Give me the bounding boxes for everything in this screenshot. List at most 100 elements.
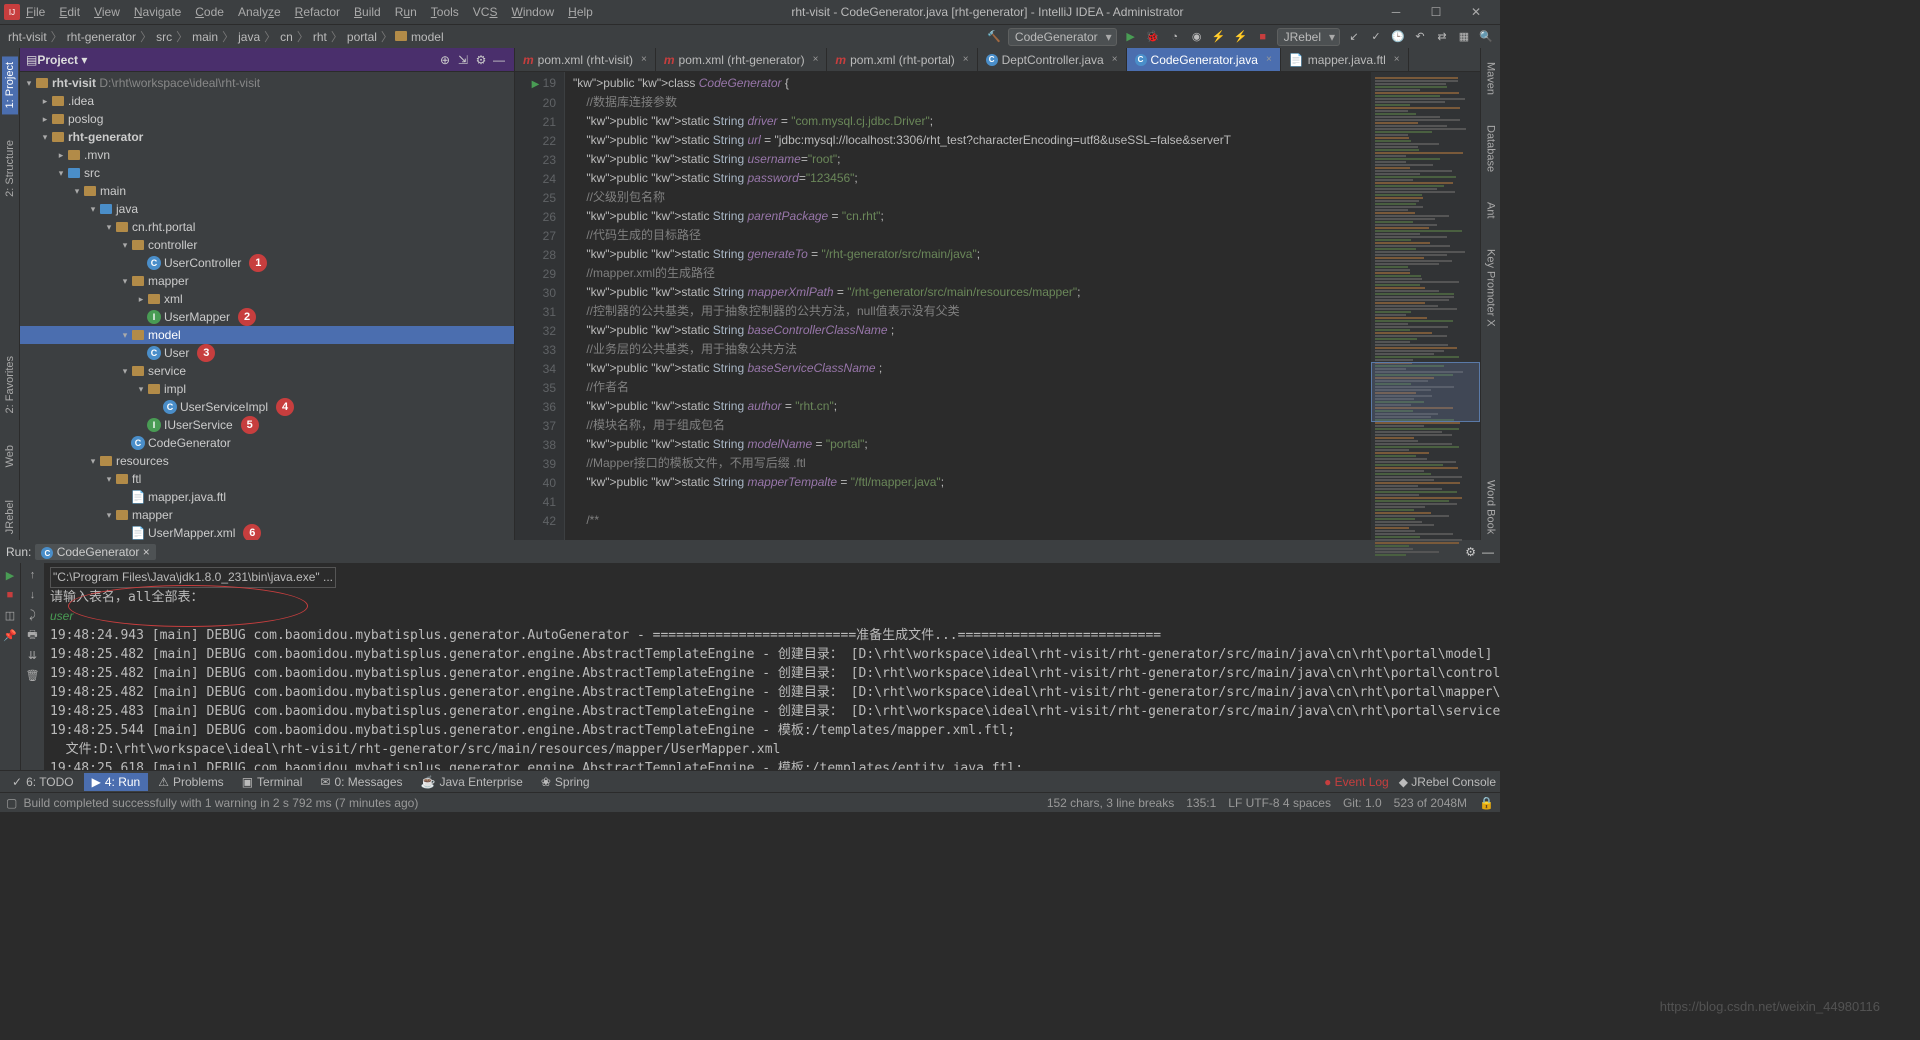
debug-icon[interactable]: 🐞	[1145, 29, 1161, 45]
tree-usercontroller[interactable]: UserController	[164, 256, 241, 270]
console-output[interactable]: "C:\Program Files\Java\jdk1.8.0_231\bin\…	[44, 563, 1500, 770]
jr-debug-icon[interactable]: ⚡	[1233, 29, 1249, 45]
tab-favorites[interactable]: 2: Favorites	[2, 350, 18, 419]
menu-vcs[interactable]: VCS	[467, 3, 504, 21]
tree-java[interactable]: java	[116, 202, 138, 216]
structure-icon[interactable]: ▦	[1456, 29, 1472, 45]
tab-database[interactable]: Database	[1483, 119, 1499, 178]
tree-model[interactable]: model	[148, 328, 181, 342]
btab-todo[interactable]: ✓ 6: TODO	[4, 773, 82, 791]
git-commit-icon[interactable]: ✓	[1368, 29, 1384, 45]
menu-file[interactable]: File	[20, 3, 51, 21]
tree-idea[interactable]: .idea	[68, 94, 94, 108]
event-log[interactable]: ● Event Log	[1324, 775, 1389, 789]
select-opened-icon[interactable]: ⊕	[436, 53, 454, 67]
menu-tools[interactable]: Tools	[425, 3, 465, 21]
crumb-5[interactable]: cn	[278, 30, 295, 44]
coverage-icon[interactable]: ◔	[1167, 29, 1183, 45]
tree-controller[interactable]: controller	[148, 238, 197, 252]
tree-rht-generator[interactable]: rht-generator	[68, 130, 143, 144]
close-icon[interactable]: ×	[963, 54, 969, 65]
up-icon[interactable]: ↑	[25, 567, 41, 583]
crumb-3[interactable]: main	[190, 30, 220, 44]
tree-mapper[interactable]: mapper	[148, 274, 189, 288]
tree-poslog[interactable]: poslog	[68, 112, 103, 126]
minimap[interactable]	[1370, 72, 1480, 540]
menu-refactor[interactable]: Refactor	[289, 3, 346, 21]
tree-ftl[interactable]: ftl	[132, 472, 141, 486]
profile-icon[interactable]: ◉	[1189, 29, 1205, 45]
jrebel-console[interactable]: ◆ JRebel Console	[1399, 775, 1496, 789]
tree-service[interactable]: service	[148, 364, 186, 378]
wrap-icon[interactable]: ⤸	[25, 607, 41, 623]
crumb-7[interactable]: portal	[345, 30, 379, 44]
crumb-1[interactable]: rht-generator	[65, 30, 138, 44]
tree-mapperfolder[interactable]: mapper	[132, 508, 173, 522]
expand-icon[interactable]: ⇲	[454, 53, 472, 67]
hide-icon[interactable]: —	[490, 53, 508, 67]
status-mem[interactable]: 523 of 2048M	[1394, 796, 1467, 810]
tree-xml[interactable]: xml	[164, 292, 183, 306]
tab-codegenerator[interactable]: CCodeGenerator.java×	[1127, 48, 1281, 71]
close-icon[interactable]: ×	[1394, 54, 1400, 65]
menu-build[interactable]: Build	[348, 3, 387, 21]
tree-codegenerator[interactable]: CodeGenerator	[148, 436, 231, 450]
minimap-viewport[interactable]	[1371, 362, 1480, 422]
btab-run[interactable]: ▶ 4: Run	[84, 773, 149, 791]
code-content[interactable]: "kw">public "kw">class CodeGenerator { /…	[565, 72, 1370, 540]
tab-wordbook[interactable]: Word Book	[1483, 474, 1499, 540]
status-toggle[interactable]: ▢	[6, 796, 17, 810]
print-icon[interactable]: 🖶	[25, 627, 41, 643]
crumb-8[interactable]: model	[409, 30, 446, 44]
git-history-icon[interactable]: 🕒	[1390, 29, 1406, 45]
menu-edit[interactable]: Edit	[53, 3, 86, 21]
tree-mapperjavaftl[interactable]: mapper.java.ftl	[148, 490, 226, 504]
tab-deptcontroller[interactable]: CDeptController.java×	[978, 48, 1127, 71]
tab-pom-portal[interactable]: mpom.xml (rht-portal)×	[827, 48, 977, 71]
close-icon[interactable]: ✕	[1456, 5, 1496, 19]
btab-spring[interactable]: ❀ Spring	[533, 773, 598, 791]
scroll-icon[interactable]: ⇊	[25, 647, 41, 663]
tree-resources[interactable]: resources	[116, 454, 169, 468]
down-icon[interactable]: ↓	[25, 587, 41, 603]
close-icon[interactable]: ×	[641, 54, 647, 65]
menu-run[interactable]: Run	[389, 3, 423, 21]
tab-project[interactable]: 1: Project	[2, 56, 18, 114]
btab-javaee[interactable]: ☕ Java Enterprise	[413, 773, 531, 791]
tree-root[interactable]: rht-visit	[52, 76, 96, 90]
tree-mvn[interactable]: .mvn	[84, 148, 110, 162]
sync-icon[interactable]: ⇄	[1434, 29, 1450, 45]
menu-analyze[interactable]: Analyze	[232, 3, 287, 21]
tree-usermapper[interactable]: UserMapper	[164, 310, 230, 324]
menu-help[interactable]: Help	[562, 3, 599, 21]
tree-iuserservice[interactable]: IUserService	[164, 418, 233, 432]
minimize-icon[interactable]: ─	[1376, 5, 1416, 19]
tab-mapperftl[interactable]: 📄mapper.java.ftl×	[1281, 48, 1409, 71]
crumb-2[interactable]: src	[154, 30, 174, 44]
project-tree[interactable]: ▾rht-visit D:\rht\workspace\ideal\rht-vi…	[20, 72, 514, 540]
gear-icon[interactable]: ⚙	[1465, 545, 1476, 559]
jr-run-icon[interactable]: ⚡	[1211, 29, 1227, 45]
crumb-4[interactable]: java	[236, 30, 262, 44]
layout-icon[interactable]: ◫	[2, 607, 18, 623]
tab-pom-visit[interactable]: mpom.xml (rht-visit)×	[515, 48, 656, 71]
gutter[interactable]: ▶ 19202122232425262728293031323334353637…	[515, 72, 565, 540]
run-icon[interactable]: ▶	[1123, 29, 1139, 45]
tab-structure[interactable]: 2: Structure	[2, 134, 18, 203]
tree-src[interactable]: src	[84, 166, 100, 180]
clear-icon[interactable]: 🗑	[25, 667, 41, 683]
tree-userserviceimpl[interactable]: UserServiceImpl	[180, 400, 268, 414]
btab-problems[interactable]: ⚠ Problems	[150, 773, 231, 791]
menu-code[interactable]: Code	[189, 3, 230, 21]
tree-usermapperxml[interactable]: UserMapper.xml	[148, 526, 235, 540]
rerun-icon[interactable]: ▶	[2, 567, 18, 583]
status-lock-icon[interactable]: 🔒	[1479, 796, 1494, 810]
tab-pom-gen[interactable]: mpom.xml (rht-generator)×	[656, 48, 828, 71]
tab-maven[interactable]: Maven	[1483, 56, 1499, 101]
gear-icon[interactable]: ⚙	[472, 53, 490, 67]
menu-view[interactable]: View	[88, 3, 126, 21]
hammer-icon[interactable]: 🔨	[986, 29, 1002, 45]
menu-navigate[interactable]: Navigate	[128, 3, 187, 21]
git-update-icon[interactable]: ↙	[1346, 29, 1362, 45]
btab-messages[interactable]: ✉ 0: Messages	[312, 773, 410, 791]
